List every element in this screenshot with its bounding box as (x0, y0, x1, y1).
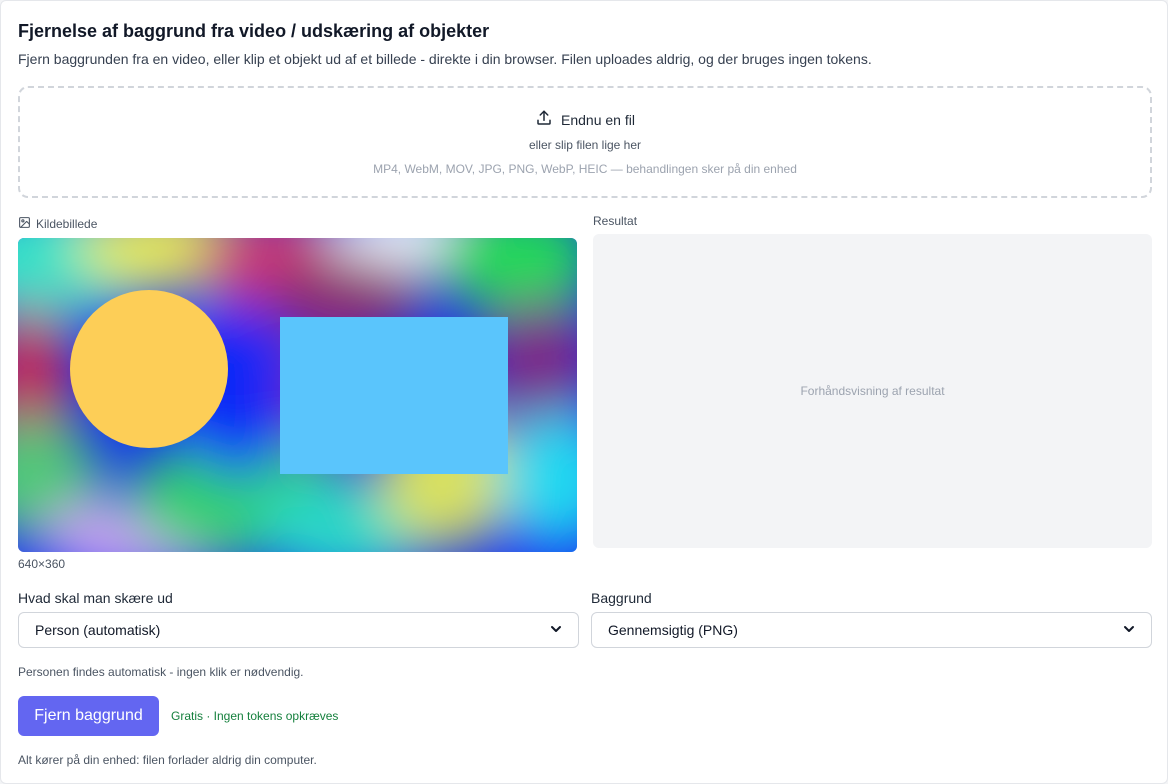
source-image-label: Kildebillede (18, 216, 97, 232)
page-title: Fjernelse af baggrund fra video / udskær… (18, 21, 490, 41)
cutout-select-value: Person (automatisk) (35, 622, 161, 638)
privacy-note: Alt kører på din enhed: filen forlader a… (18, 753, 317, 767)
image-icon (18, 216, 31, 232)
auto-detect-note: Personen findes automatisk - ingen klik … (18, 665, 304, 679)
cutout-select[interactable]: Person (automatisk) (18, 612, 579, 648)
cutout-label: Hvad skal man skære ud (18, 590, 173, 606)
chevron-down-icon (550, 622, 562, 638)
dropzone-hint: eller slip filen lige her (528, 138, 642, 152)
supported-formats: MP4, WebM, MOV, JPG, PNG, WebP, HEIC — b… (373, 162, 797, 176)
file-dropzone[interactable]: Endnu en fil eller slip filen lige her M… (18, 86, 1152, 198)
result-label: Resultat (593, 214, 638, 228)
choose-file-label: Endnu en fil (561, 111, 635, 128)
background-select-value: Gennemsigtig (PNG) (608, 622, 738, 638)
blue-rectangle-shape (280, 317, 508, 474)
source-dimensions: 640×360 (18, 557, 66, 571)
upload-icon (535, 109, 553, 130)
page-subtitle: Fjern baggrunden fra en video, eller kli… (18, 51, 872, 67)
result-preview: Forhåndsvisning af resultat (593, 234, 1152, 548)
choose-file-button[interactable]: Endnu en fil (20, 109, 1150, 130)
cost-info: Gratis · Ingen tokens opkræves (171, 709, 339, 723)
yellow-circle-shape (70, 290, 228, 448)
source-image-preview (18, 238, 577, 552)
background-select[interactable]: Gennemsigtig (PNG) (591, 612, 1152, 648)
background-label: Baggrund (591, 590, 652, 606)
result-placeholder: Forhåndsvisning af resultat (800, 384, 945, 398)
source-image-label-text: Kildebillede (36, 217, 98, 231)
app-card: Fjernelse af baggrund fra video / udskær… (0, 0, 1168, 784)
remove-background-button[interactable]: Fjern baggrund (18, 696, 159, 736)
chevron-down-icon (1123, 622, 1135, 638)
